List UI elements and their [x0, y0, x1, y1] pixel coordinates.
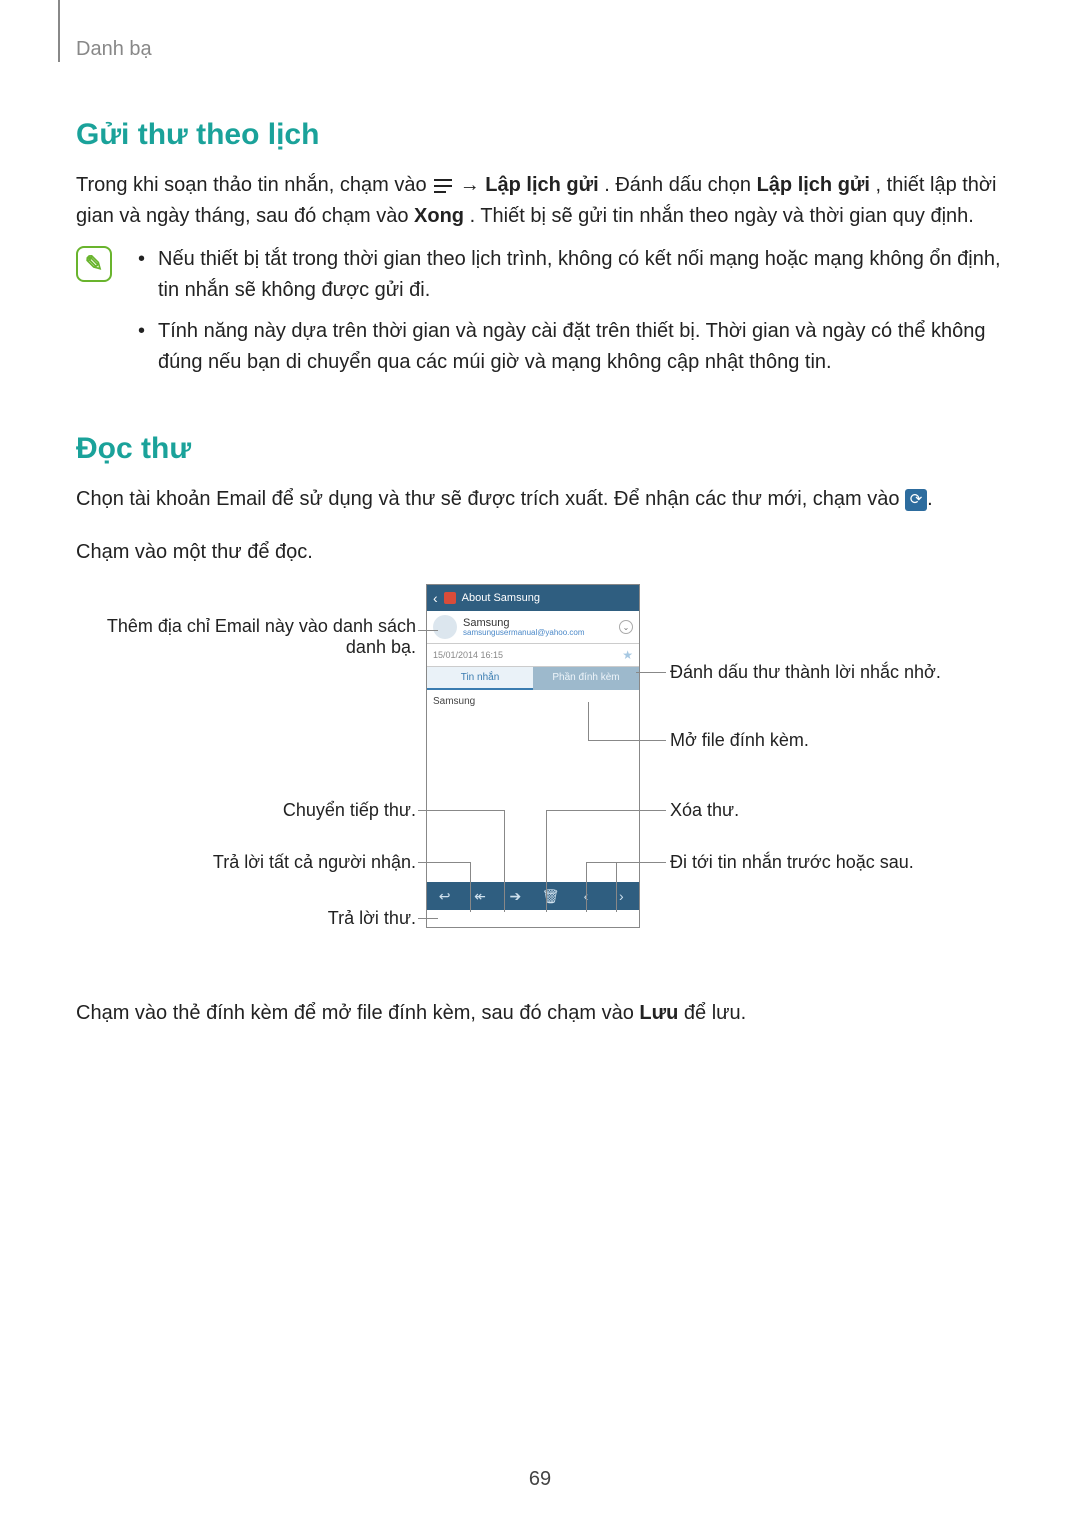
- phone-tabs: Tin nhắn Phần đính kèm: [427, 667, 639, 690]
- email-diagram: ‹ About Samsung Samsung samsungusermanua…: [76, 584, 996, 974]
- text: . Đánh dấu chọn: [604, 174, 756, 196]
- delete-icon[interactable]: 🗑: [542, 888, 560, 905]
- next-icon[interactable]: ›: [612, 888, 630, 904]
- note-item: Nếu thiết bị tắt trong thời gian theo lị…: [136, 244, 1004, 306]
- leader-line: [418, 810, 504, 811]
- leader-line: [616, 862, 617, 912]
- star-icon[interactable]: ★: [622, 648, 633, 662]
- callout-open-attach: Mở file đính kèm.: [670, 730, 809, 751]
- meta-row: 15/01/2014 16:15 ★: [427, 644, 639, 667]
- text-bold: Xong: [414, 205, 464, 227]
- callout-forward: Chuyển tiếp thư.: [226, 800, 416, 821]
- reply-icon[interactable]: ↩: [436, 888, 454, 905]
- callout-prev-next: Đi tới tin nhắn trước hoặc sau.: [670, 852, 914, 873]
- callout-add-contact: Thêm địa chỉ Email này vào danh sách dan…: [106, 616, 416, 658]
- leader-line: [588, 740, 666, 741]
- datetime: 15/01/2014 16:15: [433, 650, 503, 660]
- phone-mock: ‹ About Samsung Samsung samsungusermanua…: [426, 584, 640, 928]
- callout-reply-all: Trả lời tất cả người nhận.: [166, 852, 416, 873]
- mail-subject: About Samsung: [462, 592, 540, 604]
- forward-icon[interactable]: ➔: [506, 888, 524, 905]
- phone-titlebar: ‹ About Samsung: [427, 585, 639, 611]
- text: để lưu.: [684, 1002, 746, 1024]
- app-icon: [444, 592, 456, 604]
- refresh-icon: ⟳: [905, 489, 927, 511]
- callout-reply: Trả lời thư.: [276, 908, 416, 929]
- text: . Thiết bị sẽ gửi tin nhắn theo ngày và …: [470, 205, 974, 227]
- sender-name: Samsung: [463, 617, 619, 629]
- avatar[interactable]: [433, 615, 457, 639]
- text: .: [927, 488, 933, 510]
- text: Trong khi soạn thảo tin nhắn, chạm vào: [76, 174, 432, 196]
- phone-toolbar: ↩ ↞ ➔ 🗑 ‹ ›: [427, 882, 639, 910]
- callout-star: Đánh dấu thư thành lời nhắc nhở.: [670, 662, 941, 683]
- tab-attachment[interactable]: Phần đính kèm: [533, 667, 639, 690]
- leader-line: [546, 810, 666, 811]
- menu-icon: [434, 179, 452, 193]
- leader-line: [546, 810, 547, 912]
- mail-body: Samsung: [427, 690, 639, 882]
- page-number: 69: [0, 1468, 1080, 1491]
- leader-line: [418, 630, 438, 631]
- paragraph-tap-read: Chạm vào một thư để đọc.: [76, 537, 1004, 568]
- text: →: [460, 174, 486, 196]
- heading-read: Đọc thư: [76, 432, 1004, 466]
- leader-line: [470, 862, 471, 912]
- leader-line: [418, 862, 470, 863]
- paragraph-schedule: Trong khi soạn thảo tin nhắn, chạm vào →…: [76, 170, 1004, 232]
- callout-delete: Xóa thư.: [670, 800, 739, 821]
- tab-message[interactable]: Tin nhắn: [427, 667, 533, 690]
- note-block: ✎ Nếu thiết bị tắt trong thời gian theo …: [76, 244, 1004, 388]
- header-rule: [58, 0, 60, 62]
- leader-line: [588, 702, 589, 740]
- reply-all-icon[interactable]: ↞: [471, 888, 489, 905]
- text-bold: Lập lịch gửi: [485, 174, 598, 196]
- leader-line: [418, 918, 438, 919]
- chapter-label: Danh bạ: [76, 38, 152, 61]
- expand-icon[interactable]: ⌄: [619, 620, 633, 634]
- note-item: Tính năng này dựa trên thời gian và ngày…: [136, 316, 1004, 378]
- text: Chọn tài khoản Email để sử dụng và thư s…: [76, 488, 905, 510]
- back-icon[interactable]: ‹: [433, 590, 438, 606]
- leader-line: [636, 672, 666, 673]
- sender-email: samsungusermanual@yahoo.com: [463, 629, 619, 638]
- sender-row: Samsung samsungusermanual@yahoo.com ⌄: [427, 611, 639, 644]
- paragraph-read-intro: Chọn tài khoản Email để sử dụng và thư s…: [76, 484, 1004, 515]
- note-icon: ✎: [76, 246, 112, 282]
- leader-line: [586, 862, 587, 912]
- text-bold: Lưu: [639, 1002, 678, 1024]
- paragraph-save-attach: Chạm vào thẻ đính kèm để mở file đính kè…: [76, 998, 1004, 1029]
- leader-line: [504, 810, 505, 912]
- text: Chạm vào thẻ đính kèm để mở file đính kè…: [76, 1002, 639, 1024]
- heading-schedule: Gửi thư theo lịch: [76, 118, 1004, 152]
- leader-line: [586, 862, 666, 863]
- text-bold: Lập lịch gửi: [757, 174, 870, 196]
